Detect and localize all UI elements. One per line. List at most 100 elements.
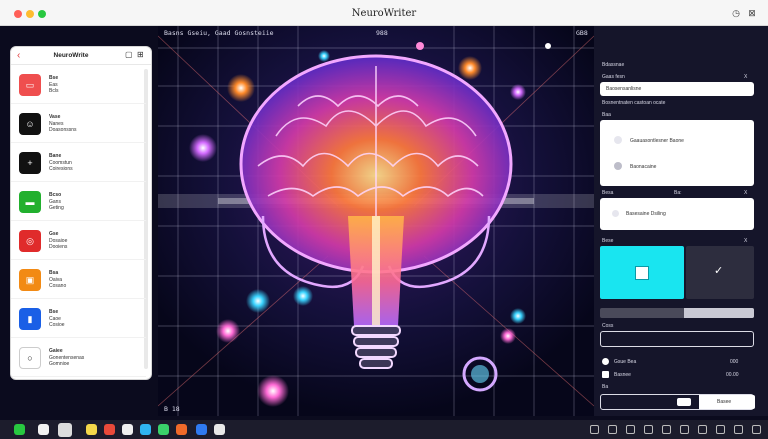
opacity-slider[interactable]	[600, 308, 754, 318]
active-app-icon[interactable]	[58, 423, 72, 437]
setting-toggle[interactable]	[612, 210, 619, 217]
notes-app-icon[interactable]	[86, 424, 97, 435]
options-card: Gaauasontlesner Baone Baonacaine	[600, 120, 754, 186]
list-item-detail: Gomnioe	[49, 361, 70, 367]
bluetooth-icon[interactable]	[644, 425, 653, 434]
radio-label: Baonacaine	[630, 164, 657, 170]
checkbox[interactable]	[602, 358, 609, 365]
canvas-page-label: B 18	[164, 405, 180, 413]
messages-app-icon[interactable]	[158, 424, 169, 435]
row-value: 00.00	[726, 372, 739, 378]
radio-button-selected[interactable]	[614, 162, 622, 170]
list-item[interactable]: ▣ Bsa Oaiva Cosano	[11, 260, 146, 299]
radio-button[interactable]	[614, 136, 622, 144]
user-icon: ☺	[19, 113, 41, 135]
row-label: Basnee	[614, 372, 631, 378]
row-value: 000	[730, 359, 739, 365]
list-item[interactable]: + Bane Coomstun Coiresions	[11, 143, 146, 182]
checkbox[interactable]	[602, 371, 609, 378]
app-icon[interactable]	[214, 424, 225, 435]
list-item-detail: Cosano	[49, 283, 67, 289]
check-icon: ✓	[714, 265, 724, 277]
layers-icon[interactable]: ▢	[125, 50, 133, 59]
message-icon: ▭	[19, 74, 41, 96]
search-icon[interactable]	[716, 425, 725, 434]
field-label: Gaas fesn	[602, 74, 625, 80]
list-item[interactable]: ▭ Bse Eas Bcls	[11, 65, 146, 104]
dock	[0, 420, 768, 439]
finder-app-icon[interactable]	[14, 424, 25, 435]
list-item[interactable]: ▮ Bse Caoe Cosioe	[11, 299, 146, 338]
color-swatch-cyan[interactable]	[600, 246, 684, 299]
action-bar: Basee	[600, 394, 755, 410]
canvas-mode-label: GB8	[576, 29, 588, 37]
style-select[interactable]: Baosensanlisne	[600, 82, 754, 96]
section-title: Bese	[602, 238, 614, 244]
close-icon[interactable]: X	[744, 74, 747, 80]
siri-icon[interactable]	[752, 425, 761, 434]
close-icon[interactable]: X	[744, 238, 747, 244]
canvas-toolbar-label: Basns Gseiu, Gaad Gosnsteiie	[164, 29, 274, 37]
section-title: Ba	[602, 384, 609, 390]
list-item[interactable]: ☺ Vase Nanes Doasonssns	[11, 104, 146, 143]
close-icon[interactable]: X	[744, 190, 747, 196]
radio-label: Gaauasontlesner Baone	[630, 138, 684, 144]
circle-icon: ○	[19, 347, 41, 369]
list-item[interactable]: ○ Gaiee Gonentensenas Gomnioe	[11, 338, 146, 377]
share-icon[interactable]: ⊠	[747, 8, 757, 18]
list-item-detail: Doasonssns	[49, 127, 77, 133]
field-note: Bosnentnaten castoan ocate	[602, 100, 666, 106]
text-field[interactable]	[600, 331, 754, 347]
list-item-detail: Cosioe	[49, 322, 65, 328]
apply-button[interactable]: Basee	[699, 395, 755, 409]
section-title: Bdassnae	[602, 62, 625, 68]
navigation-list: ▭ Bse Eas Bcls ☺ Vase Nanes Doasonssns + Ban…	[11, 65, 146, 377]
section-title: Baa	[602, 112, 611, 118]
wifi-icon[interactable]	[590, 425, 599, 434]
artwork-canvas[interactable]: Basns Gseiu, Gaad Gosnsteiie 988 GB8 B 1…	[158, 26, 594, 416]
window-title-bar: NeuroWriter ◷ ⊠	[0, 0, 768, 26]
list-item[interactable]: ◎ Gse Dosaioe Dooiens	[11, 221, 146, 260]
section-title: Coss	[602, 323, 614, 329]
app-icon[interactable]	[176, 424, 187, 435]
row-label: Gsue Bea	[614, 359, 637, 365]
list-item-detail: Geting	[49, 205, 64, 211]
user-icon[interactable]	[734, 425, 743, 434]
section-title: Besa	[602, 190, 614, 196]
target-icon: ◎	[19, 230, 41, 252]
plus-icon: +	[19, 152, 41, 174]
clock-icon[interactable]: ◷	[731, 8, 741, 18]
control-center-icon[interactable]	[680, 425, 689, 434]
mail-app-icon[interactable]	[140, 424, 151, 435]
battery-icon[interactable]	[608, 425, 617, 434]
toggle-switch[interactable]	[677, 398, 691, 406]
setting-label: Basesaine Dsiling	[626, 211, 666, 217]
style-select-value: Baosensanlisne	[606, 86, 642, 92]
window-title: NeuroWriter	[351, 8, 417, 19]
grid-icon[interactable]: ⊞	[137, 50, 144, 59]
chart-icon: ▮	[19, 308, 41, 330]
confirm-swatch[interactable]: ✓	[686, 246, 754, 299]
canvas-zoom-label: 988	[376, 29, 388, 37]
app-icon[interactable]	[196, 424, 207, 435]
navigation-panel: ‹ NeuroWrite ▢ ⊞ ▭ Bse Eas Bcls ☺ Vase Nane…	[10, 46, 152, 380]
sound-icon[interactable]	[626, 425, 635, 434]
card-icon: ▬	[19, 191, 41, 213]
swatch-square-icon	[635, 266, 649, 280]
brain-lightbulb-artwork	[158, 26, 594, 416]
notification-icon[interactable]	[698, 425, 707, 434]
chat-icon: ▣	[19, 269, 41, 291]
list-item-detail: Bcls	[49, 88, 59, 94]
setting-card[interactable]: Basesaine Dsiling	[600, 198, 754, 230]
navigation-panel-title: NeuroWrite	[53, 52, 89, 59]
list-item-detail: Coiresions	[49, 166, 73, 172]
app-icon[interactable]	[38, 424, 49, 435]
list-item[interactable]: ▬ Bcso Gans Geting	[11, 182, 146, 221]
navigation-panel-header: ‹ NeuroWrite ▢ ⊞	[11, 47, 151, 65]
apply-button-label: Basee	[717, 399, 732, 405]
display-icon[interactable]	[662, 425, 671, 434]
list-item-detail: Dooiens	[49, 244, 68, 250]
section-mark: Ba:	[674, 190, 682, 196]
app-icon[interactable]	[122, 424, 133, 435]
calendar-app-icon[interactable]	[104, 424, 115, 435]
